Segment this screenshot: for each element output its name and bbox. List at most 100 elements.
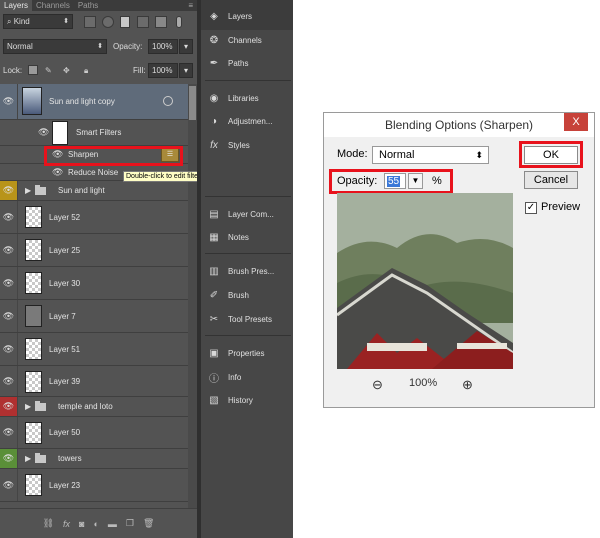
visibility-eye-icon[interactable]: 👁︎ [0, 181, 18, 200]
dock-item-styles[interactable]: fx Styles [207, 136, 250, 154]
opacity-value: 55 [387, 176, 401, 187]
notes-icon: ▦ [209, 231, 219, 243]
visibility-eye-icon[interactable]: 👁︎ [0, 449, 18, 468]
filter-kind-select[interactable]: ⌕ Kind ⬍ [3, 14, 73, 29]
preview-checkbox[interactable]: ✓ [525, 202, 537, 214]
layer-name: Smart Filters [76, 128, 122, 137]
layer-row-group-sun-and-light[interactable]: 👁︎ ▶ Sun and light [0, 181, 188, 201]
visibility-eye-icon[interactable]: 👁︎ [0, 417, 18, 448]
fill-dropdown-button[interactable]: ▾ [179, 63, 193, 78]
visibility-eye-icon[interactable]: 👁︎ [0, 333, 18, 365]
scrollbar-thumb[interactable] [189, 86, 196, 120]
mask-icon[interactable]: ◙ [79, 519, 84, 529]
adjustment-icon[interactable]: ◐ [93, 519, 98, 529]
dock-item-label: Properties [228, 348, 265, 358]
dock-divider [205, 196, 291, 197]
layer-row-group-temple-and-loto[interactable]: 👁︎ ▶ temple and loto [0, 397, 188, 417]
preview-image[interactable] [337, 193, 513, 369]
dock-item-notes[interactable]: ▦ Notes [207, 228, 249, 246]
dock-item-tool-presets[interactable]: ✂ Tool Presets [207, 310, 272, 328]
layers-bottom-toolbar: ⛓ fx ◙ ◐ ▬ ❐ 🗑︎ [0, 508, 197, 538]
fill-input[interactable]: 100% [148, 63, 178, 78]
filter-type-icon[interactable] [120, 16, 130, 28]
visibility-eye-icon[interactable]: 👁︎ [0, 201, 18, 233]
layer-row[interactable]: 👁︎ Layer 50 [0, 417, 188, 449]
group-toggle[interactable]: ▶ [25, 449, 47, 468]
visibility-eye-icon[interactable]: 👁︎ [0, 84, 18, 119]
dock-item-channels[interactable]: ❂ Channels [207, 31, 262, 49]
visibility-eye-icon[interactable]: 👁︎ [0, 300, 18, 332]
layer-thumbnail [25, 305, 42, 327]
folder-icon[interactable]: ▬ [108, 519, 117, 529]
mode-select[interactable]: Normal ⬍ [372, 146, 489, 164]
layer-row-smart-object[interactable]: 👁︎ Sun and light copy [0, 84, 188, 120]
dock-item-brush-presets[interactable]: ▥ Brush Pres... [207, 262, 274, 280]
dock-item-brush[interactable]: ✐ Brush [207, 286, 249, 304]
tool-presets-icon: ✂ [209, 313, 219, 325]
layer-row[interactable]: 👁︎ Layer 7 [0, 300, 188, 333]
layer-row-group-towers[interactable]: 👁︎ ▶ towers [0, 449, 188, 469]
dock-item-layers[interactable]: ◈ Layers [207, 7, 252, 25]
brush-presets-icon: ▥ [209, 265, 219, 277]
dock-item-adjustments[interactable]: ◑ Adjustmen... [207, 112, 273, 130]
layer-row[interactable]: 👁︎ Layer 52 [0, 201, 188, 234]
lock-move-icon[interactable]: ✥ [63, 63, 70, 78]
visibility-eye-icon[interactable]: 👁︎ [0, 267, 18, 299]
visibility-eye-icon[interactable]: 👁︎ [0, 469, 18, 501]
dock-item-label: Tool Presets [228, 314, 273, 324]
new-layer-icon[interactable]: ❐ [126, 518, 134, 529]
lock-brush-icon[interactable]: ✎ [45, 63, 52, 78]
filter-adjustment-icon[interactable] [102, 16, 114, 28]
layer-row-smart-filters[interactable]: 👁︎ Smart Filters [0, 120, 188, 146]
layers-scrollbar[interactable] [188, 84, 197, 508]
dock-item-history[interactable]: ▧ History [207, 391, 253, 409]
ok-button[interactable]: OK [524, 146, 578, 164]
paths-icon: ✒ [209, 57, 219, 69]
layer-row[interactable]: 👁︎ Layer 23 [0, 469, 188, 502]
dock-item-layer-comps[interactable]: ▤ Layer Com... [207, 205, 274, 223]
layer-row[interactable]: 👁︎ Layer 51 [0, 333, 188, 366]
opacity-dropdown-button[interactable]: ▼ [408, 173, 423, 189]
blend-mode-select[interactable]: Normal ⬍ [3, 39, 107, 54]
dock-item-label: History [228, 395, 253, 405]
filter-shape-icon[interactable] [137, 16, 149, 28]
panel-menu-icon[interactable]: ≡ [188, 0, 193, 11]
zoom-out-icon[interactable]: ⊖ [372, 377, 383, 393]
filter-pixel-icon[interactable] [84, 16, 96, 28]
channels-icon: ❂ [209, 34, 219, 46]
opacity-input[interactable]: 100% [148, 39, 178, 54]
dock-item-label: Layer Com... [228, 209, 274, 219]
dialog-title: Blending Options (Sharpen) [324, 113, 594, 137]
filter-toggle-icon[interactable] [176, 16, 182, 28]
zoom-in-icon[interactable]: ⊕ [462, 377, 473, 393]
opacity-input[interactable]: 55 [384, 173, 406, 189]
visibility-eye-icon[interactable]: 👁︎ [0, 234, 18, 266]
visibility-eye-icon[interactable]: 👁︎ [52, 164, 63, 180]
layer-row[interactable]: 👁︎ Layer 30 [0, 267, 188, 300]
tab-channels[interactable]: Channels [32, 0, 74, 11]
visibility-eye-icon[interactable]: 👁︎ [0, 397, 18, 416]
fx-icon[interactable]: fx [63, 519, 70, 529]
opacity-dropdown-button[interactable]: ▾ [179, 39, 193, 54]
tab-layers[interactable]: Layers [0, 0, 33, 11]
layer-row[interactable]: 👁︎ Layer 39 [0, 366, 188, 397]
cancel-button[interactable]: Cancel [524, 171, 578, 189]
link-icon[interactable]: ⛓ [43, 518, 54, 529]
lock-transparent-icon[interactable] [28, 65, 38, 75]
close-button[interactable]: X [564, 113, 588, 131]
visibility-eye-icon[interactable]: 👁︎ [0, 366, 18, 396]
tab-paths[interactable]: Paths [74, 0, 102, 11]
lock-all-icon[interactable]: 🔒︎ [84, 63, 88, 78]
filter-smart-object-icon[interactable] [155, 16, 167, 28]
dock-item-paths[interactable]: ✒ Paths [207, 54, 249, 72]
visibility-eye-icon[interactable]: 👁︎ [38, 120, 49, 145]
group-toggle[interactable]: ▶ [25, 181, 47, 200]
dock-item-info[interactable]: ⓘ Info [207, 368, 241, 386]
dock-item-libraries[interactable]: ◉ Libraries [207, 89, 259, 107]
brush-icon: ✐ [209, 289, 219, 301]
layer-row[interactable]: 👁︎ Layer 25 [0, 234, 188, 267]
dock-item-properties[interactable]: ▣ Properties [207, 344, 264, 362]
trash-icon[interactable]: 🗑︎ [143, 518, 154, 529]
group-toggle[interactable]: ▶ [25, 397, 47, 416]
folder-icon [35, 452, 47, 463]
